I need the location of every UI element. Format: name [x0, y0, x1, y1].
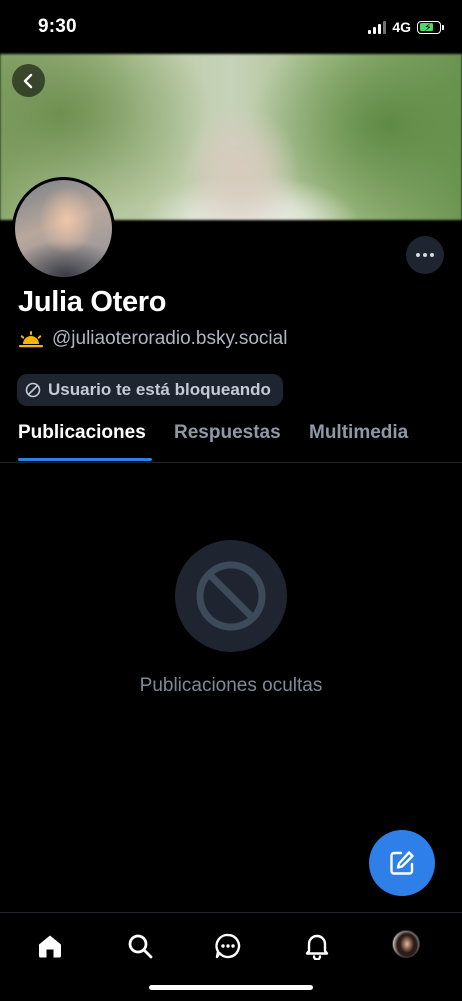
- network-type: 4G: [392, 19, 411, 35]
- status-indicators: 4G ⚡: [368, 19, 444, 35]
- blocked-icon: [25, 382, 41, 398]
- blocked-status-label: Usuario te está bloqueando: [48, 380, 271, 399]
- battery-icon: ⚡: [417, 20, 444, 34]
- nav-chat[interactable]: [213, 931, 243, 961]
- chevron-left-icon: [23, 73, 32, 88]
- profile-handle-row: @juliaoteroradio.bsky.social: [18, 328, 287, 350]
- profile-display-name: Julia Otero: [18, 286, 167, 318]
- profile-tabs: Publicaciones Respuestas Multimedia: [0, 420, 462, 463]
- empty-state-icon-container: [175, 540, 287, 652]
- signal-icon: [368, 20, 387, 34]
- blocked-icon: [196, 561, 266, 631]
- tab-respuestas[interactable]: Respuestas: [174, 422, 281, 444]
- nav-notifications[interactable]: [302, 931, 332, 961]
- empty-state-message: Publicaciones ocultas: [139, 675, 323, 696]
- search-icon: [128, 934, 153, 959]
- status-bar: 9:30 4G ⚡: [0, 0, 462, 54]
- profile-avatar[interactable]: [12, 177, 115, 280]
- chat-icon: [215, 933, 241, 959]
- sun-emoji-icon: [19, 331, 43, 348]
- home-indicator: [149, 985, 313, 990]
- ellipsis-icon: [416, 253, 420, 257]
- compose-icon: [390, 851, 414, 875]
- nav-home[interactable]: [35, 931, 65, 961]
- status-time: 9:30: [38, 16, 77, 37]
- more-options-button[interactable]: [406, 236, 444, 274]
- nav-profile-avatar[interactable]: [392, 930, 420, 958]
- profile-handle: @juliaoteroradio.bsky.social: [52, 328, 288, 349]
- back-button[interactable]: [12, 64, 45, 97]
- home-icon: [39, 935, 61, 958]
- blocked-status-badge: Usuario te está bloqueando: [17, 374, 283, 406]
- tab-multimedia[interactable]: Multimedia: [309, 422, 408, 444]
- tab-publicaciones[interactable]: Publicaciones: [18, 422, 146, 444]
- active-tab-indicator: [18, 458, 152, 461]
- nav-search[interactable]: [125, 931, 155, 961]
- bell-icon: [305, 934, 329, 960]
- compose-button[interactable]: [369, 830, 435, 896]
